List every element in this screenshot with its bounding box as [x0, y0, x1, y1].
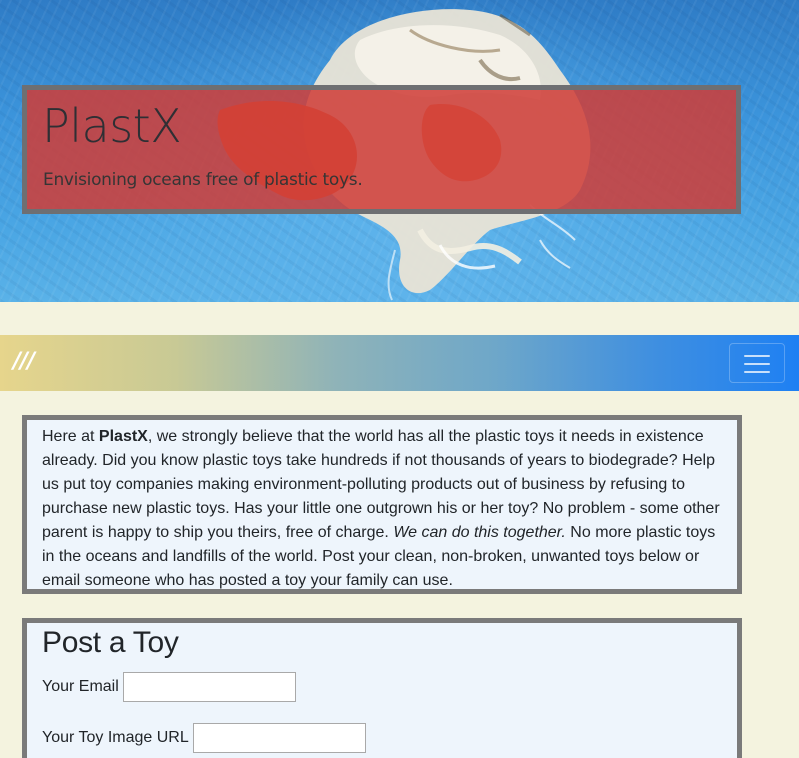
hamburger-menu-icon-bar: [744, 363, 770, 365]
post-toy-form: Post a Toy Your Email Your Toy Image URL: [22, 618, 742, 758]
hero-banner: PlastX Envisioning oceans free of plasti…: [0, 0, 799, 302]
navbar-toggler-button[interactable]: [729, 343, 785, 383]
intro-emphasis: We can do this together.: [393, 524, 566, 541]
image-url-label: Your Toy Image URL: [42, 729, 189, 746]
navbar-brand-link[interactable]: ///: [13, 349, 35, 374]
intro-brand-name: PlastX: [98, 428, 148, 445]
title-box: PlastX Envisioning oceans free of plasti…: [22, 85, 741, 214]
email-field-row: Your Email: [42, 672, 296, 702]
image-url-input[interactable]: [192, 723, 366, 753]
hamburger-menu-icon: [744, 355, 770, 357]
site-tagline: Envisioning oceans free of plastic toys.: [43, 170, 363, 190]
image-url-field-row: Your Toy Image URL: [42, 723, 366, 753]
site-title: PlastX: [42, 99, 182, 153]
intro-text-start: Here at: [42, 428, 99, 445]
post-toy-heading: Post a Toy: [42, 626, 179, 659]
intro-card: Here at PlastX, we strongly believe that…: [22, 415, 742, 594]
email-label: Your Email: [42, 678, 119, 695]
hamburger-menu-icon-bar: [744, 371, 770, 373]
navbar: ///: [0, 335, 799, 391]
intro-paragraph: Here at PlastX, we strongly believe that…: [42, 425, 722, 593]
email-input[interactable]: [122, 672, 296, 702]
